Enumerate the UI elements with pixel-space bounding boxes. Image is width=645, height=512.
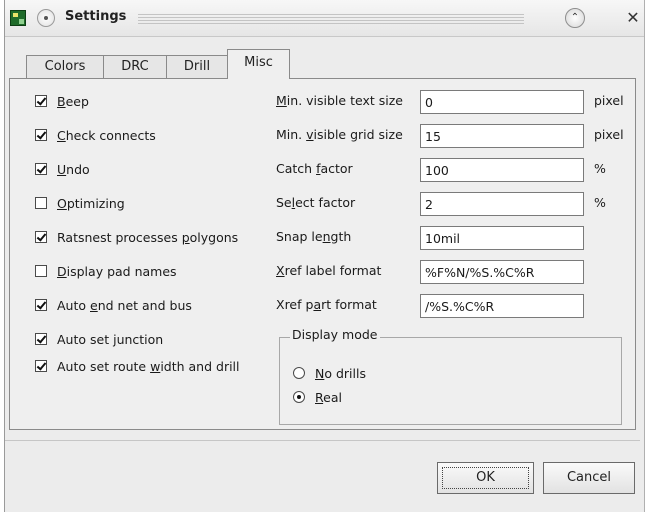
- tab-label: DRC: [121, 59, 149, 74]
- field-label-xref-label-format: Xref label format: [276, 263, 382, 278]
- checkbox-box[interactable]: [35, 95, 47, 107]
- checkbox-display-pad-names[interactable]: Display pad names: [35, 262, 177, 280]
- checkbox-label: Check connects: [57, 127, 156, 143]
- tab-label: Colors: [44, 59, 86, 74]
- chevron-up-icon: ⌃: [570, 12, 580, 23]
- field-label-xref-part-format: Xref part format: [276, 297, 377, 312]
- checkbox-box[interactable]: [35, 129, 47, 141]
- min-text-size-input[interactable]: [420, 90, 584, 114]
- tab-misc[interactable]: Misc: [227, 49, 290, 79]
- checkbox-box[interactable]: [35, 231, 47, 243]
- checkbox-auto-route-width[interactable]: Auto set route width and drill: [35, 357, 240, 375]
- checkbox-box[interactable]: [35, 299, 47, 311]
- checkbox-undo[interactable]: Undo: [35, 160, 90, 178]
- tab-label: Drill: [183, 59, 211, 74]
- min-grid-size-input[interactable]: [420, 124, 584, 148]
- ok-button[interactable]: OK: [437, 462, 534, 494]
- tab-colors[interactable]: Colors: [26, 55, 104, 78]
- radio-label: Real: [315, 389, 342, 405]
- window-menu-button[interactable]: [37, 9, 55, 27]
- cancel-button[interactable]: Cancel: [543, 462, 635, 494]
- button-separator: [5, 440, 640, 441]
- radio-button[interactable]: [293, 391, 305, 403]
- xref-label-format-input[interactable]: [420, 260, 584, 284]
- checkbox-label: Display pad names: [57, 263, 177, 279]
- checkbox-label: Beep: [57, 93, 89, 109]
- checkbox-label: Undo: [57, 161, 90, 177]
- checkbox-box[interactable]: [35, 265, 47, 277]
- window-title: Settings: [65, 9, 127, 24]
- focus-ring: [442, 467, 529, 489]
- checkbox-box[interactable]: [35, 360, 47, 372]
- select-factor-input[interactable]: [420, 192, 584, 216]
- field-label-min-grid-size: Min. visible grid size: [276, 127, 403, 142]
- radio-real[interactable]: Real: [293, 388, 342, 406]
- unit-label: %: [594, 161, 606, 176]
- cancel-label: Cancel: [566, 470, 612, 485]
- snap-length-input[interactable]: [420, 226, 584, 250]
- radio-label: No drills: [315, 365, 366, 381]
- unit-label: %: [594, 195, 606, 210]
- checkbox-label: Auto end net and bus: [57, 297, 192, 313]
- checkbox-auto-set-junction[interactable]: Auto set junction: [35, 330, 163, 348]
- catch-factor-input[interactable]: [420, 158, 584, 182]
- tab-label: Misc: [244, 55, 273, 70]
- checkbox-beep[interactable]: Beep: [35, 92, 89, 110]
- close-icon: ✕: [626, 8, 640, 27]
- title-bar-grip: [138, 14, 524, 24]
- unit-label: pixel: [594, 127, 624, 142]
- board-app-icon: [10, 10, 26, 26]
- field-label-min-text-size: Min. visible text size: [276, 93, 403, 108]
- checkbox-box[interactable]: [35, 163, 47, 175]
- display-mode-title: Display mode: [290, 327, 380, 342]
- title-bar[interactable]: Settings ⌃ ✕: [5, 0, 644, 37]
- checkbox-box[interactable]: [35, 197, 47, 209]
- field-label-catch-factor: Catch factor: [276, 161, 353, 176]
- close-button[interactable]: ✕: [623, 8, 643, 28]
- shade-button[interactable]: ⌃: [565, 8, 585, 28]
- unit-label: pixel: [594, 93, 624, 108]
- xref-part-format-input[interactable]: [420, 294, 584, 318]
- tab-drc[interactable]: DRC: [103, 55, 167, 78]
- checkbox-auto-end-net[interactable]: Auto end net and bus: [35, 296, 192, 314]
- checkbox-check-connects[interactable]: Check connects: [35, 126, 156, 144]
- tab-drill[interactable]: Drill: [166, 55, 228, 78]
- checkbox-optimizing[interactable]: Optimizing: [35, 194, 125, 212]
- checkbox-label: Optimizing: [57, 195, 125, 211]
- checkbox-label: Ratsnest processes polygons: [57, 229, 239, 245]
- field-label-select-factor: Select factor: [276, 195, 356, 210]
- checkbox-label: Auto set junction: [57, 331, 164, 347]
- radio-no-drills[interactable]: No drills: [293, 364, 366, 382]
- checkbox-label: Auto set route width and drill: [57, 358, 240, 374]
- radio-button[interactable]: [293, 367, 305, 379]
- field-label-snap-length: Snap length: [276, 229, 352, 244]
- checkbox-box[interactable]: [35, 333, 47, 345]
- checkbox-ratsnest-polygons[interactable]: Ratsnest processes polygons: [35, 228, 238, 246]
